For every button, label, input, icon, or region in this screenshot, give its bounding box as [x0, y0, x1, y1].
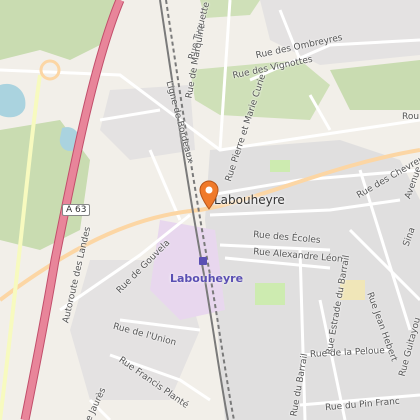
park	[270, 160, 290, 172]
town-label: Labouheyre	[214, 193, 285, 207]
lake	[0, 83, 26, 118]
street-label: Rou	[402, 112, 420, 122]
park	[255, 283, 285, 305]
map-canvas[interactable]: Rue Tuquette Rue de Marquine Rue des Omb…	[0, 0, 420, 420]
highway-shield: A 63	[62, 204, 91, 216]
forest-area	[330, 60, 420, 110]
station-label: Labouheyre	[170, 272, 244, 285]
roundabout	[39, 59, 61, 81]
station-icon	[199, 257, 207, 265]
